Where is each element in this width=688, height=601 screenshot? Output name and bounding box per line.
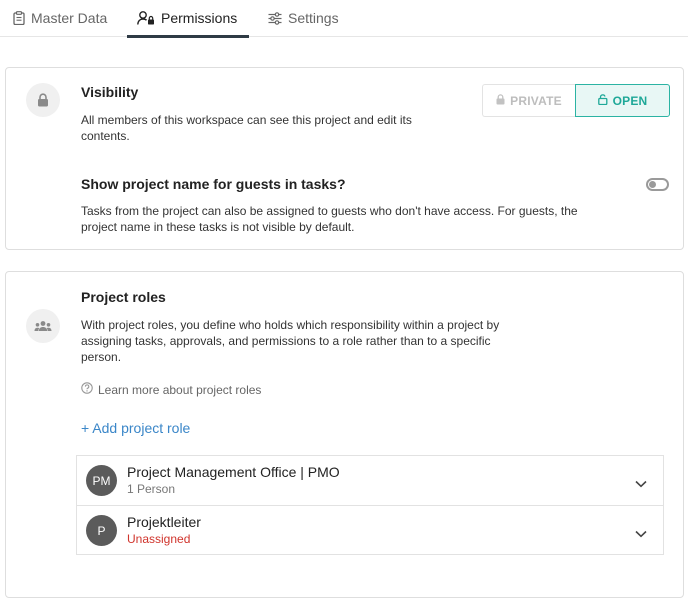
visibility-description: All members of this workspace can see th…: [81, 113, 412, 143]
learn-more-link[interactable]: Learn more about project roles: [81, 382, 261, 397]
guests-description: Tasks from the project can also be assig…: [81, 204, 578, 234]
add-project-role-button[interactable]: + Add project role: [81, 420, 190, 436]
guests-project-name-toggle[interactable]: [646, 178, 669, 191]
private-option-button[interactable]: PRIVATE: [482, 84, 575, 117]
clipboard-icon: [13, 11, 25, 25]
group-icon: [26, 309, 60, 343]
tab-settings[interactable]: Settings: [268, 0, 339, 36]
active-tab-indicator: [127, 35, 249, 38]
open-option-button[interactable]: OPEN: [575, 84, 670, 117]
learn-more-label: Learn more about project roles: [98, 382, 262, 397]
chevron-down-icon[interactable]: [635, 525, 647, 543]
list-item[interactable]: PM Project Management Office | PMO 1 Per…: [77, 456, 663, 505]
toggle-knob: [649, 181, 656, 188]
chevron-down-icon[interactable]: [635, 475, 647, 493]
role-name: Projektleiter: [127, 514, 201, 530]
project-roles-card: Project roles With project roles, you de…: [5, 271, 684, 598]
private-label: PRIVATE: [510, 93, 562, 108]
tab-label: Permissions: [161, 10, 238, 26]
project-roles-list: PM Project Management Office | PMO 1 Per…: [76, 455, 664, 555]
guests-title: Show project name for guests in tasks?: [81, 176, 346, 192]
role-assignment: 1 Person: [127, 482, 176, 496]
project-roles-title: Project roles: [81, 289, 166, 305]
lock-icon: [496, 93, 505, 108]
visibility-title: Visibility: [81, 84, 139, 100]
tab-permissions[interactable]: Permissions: [127, 0, 249, 38]
lock-icon: [26, 83, 60, 117]
tab-master-data[interactable]: Master Data: [13, 0, 107, 36]
tab-label: Master Data: [31, 10, 108, 26]
visibility-card: Visibility All members of this workspace…: [5, 67, 684, 250]
tab-label: Settings: [288, 10, 339, 26]
help-circle-icon: [81, 382, 93, 397]
list-item[interactable]: P Projektleiter Unassigned: [77, 505, 663, 554]
avatar: PM: [86, 465, 117, 496]
unlock-icon: [597, 93, 608, 108]
role-assignment: Unassigned: [127, 532, 191, 546]
role-name: Project Management Office | PMO: [127, 464, 340, 480]
open-label: OPEN: [612, 93, 648, 108]
visibility-selector: PRIVATE OPEN: [482, 84, 670, 117]
project-roles-description: With project roles, you define who holds…: [81, 318, 500, 364]
sliders-icon: [268, 11, 282, 25]
tab-bar: Master Data Permissions Settings: [0, 0, 688, 38]
user-lock-icon: [137, 11, 155, 25]
avatar: P: [86, 515, 117, 546]
